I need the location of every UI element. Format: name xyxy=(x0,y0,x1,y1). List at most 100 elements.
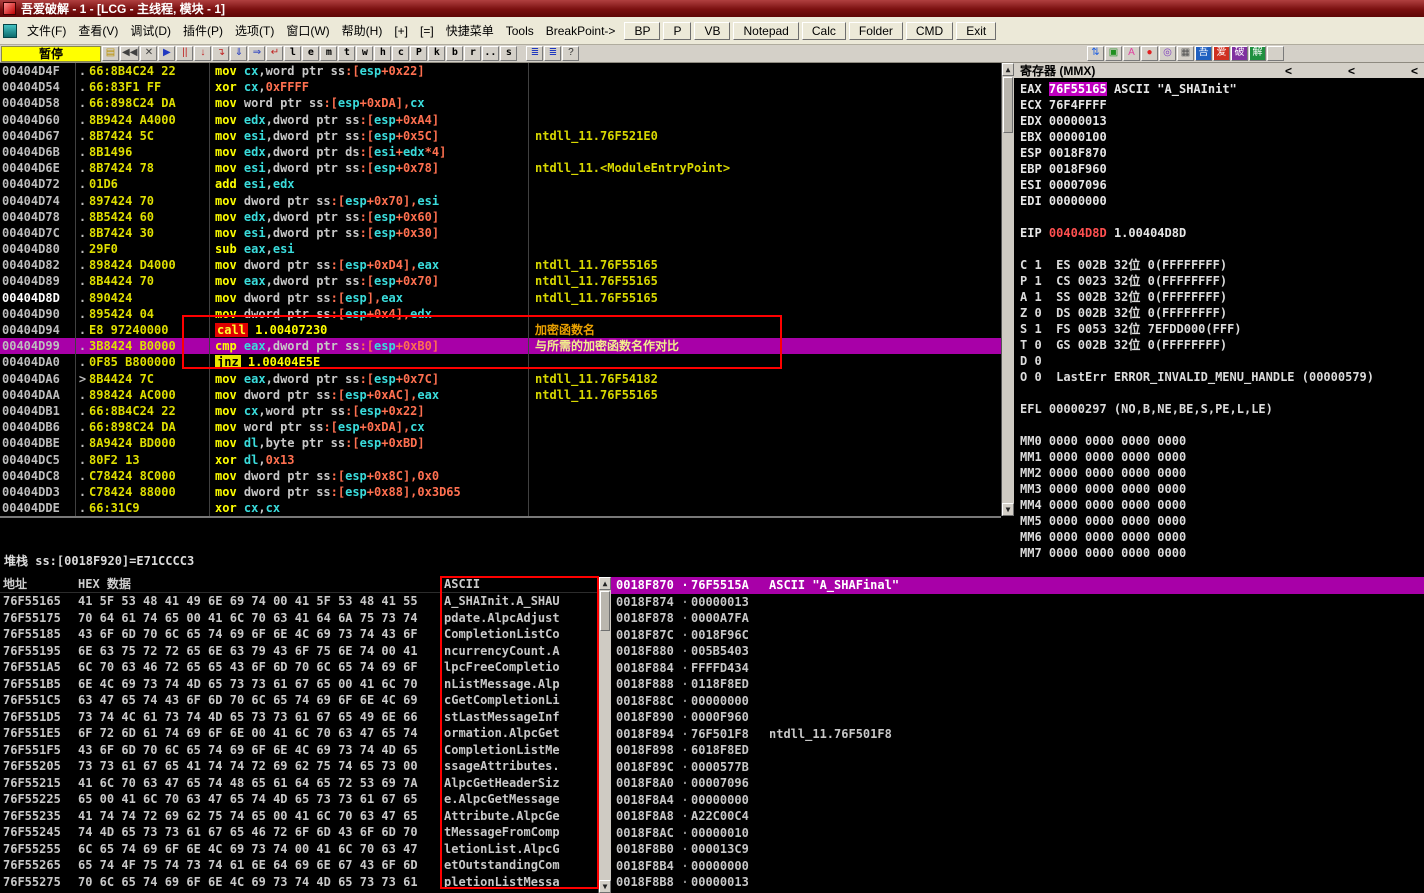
mm3-register-row[interactable]: MM3 0000 0000 0000 0000 xyxy=(1020,481,1424,497)
menu-button-bp[interactable]: BP xyxy=(624,21,661,40)
stack-row[interactable]: 0018F884 · FFFFD434 xyxy=(611,660,1424,677)
pause-button[interactable]: 暂停 xyxy=(1,45,101,62)
handles-button[interactable]: h xyxy=(374,46,392,61)
mdi-child-icon[interactable] xyxy=(3,23,17,38)
esp-register-row[interactable]: ESP 0018F870 xyxy=(1020,145,1424,161)
swap-view-icon[interactable]: ⇅ xyxy=(1087,46,1104,61)
stack-row[interactable]: 0018F878 · 0000A7FA xyxy=(611,610,1424,627)
stack-row[interactable]: 0018F8AC · 00000010 xyxy=(611,825,1424,842)
disasm-row[interactable]: 00404D54. 66:83F1 FF xor cx,0xFFFF xyxy=(0,79,1001,96)
mm1-register-row[interactable]: MM1 0000 0000 0000 0000 xyxy=(1020,449,1424,465)
scroll-down-icon[interactable]: ▼ xyxy=(1002,503,1014,516)
disasm-row[interactable]: 00404DC8. C78424 8C000 mov dword ptr ss:[e… xyxy=(0,467,1001,484)
stack-row[interactable]: 0018F874 · 00000013 xyxy=(611,594,1424,611)
menu-item-10[interactable]: Tools xyxy=(500,22,540,40)
eax-register-row[interactable]: EAX 76F55165 ASCII "A_SHAInit" xyxy=(1020,81,1424,97)
stack-row[interactable]: 0018F8B4 · 00000000 xyxy=(611,858,1424,875)
scroll-thumb[interactable] xyxy=(1003,77,1013,133)
menu-item-8[interactable]: [=] xyxy=(414,22,440,40)
menu-button-p[interactable]: P xyxy=(663,21,692,40)
esi-register-row[interactable]: ESI 00007096 xyxy=(1020,177,1424,193)
registers-content[interactable]: EAX 76F55165 ASCII "A_SHAInit" ECX 76F4FF… xyxy=(1014,78,1424,561)
pause-icon[interactable]: || xyxy=(176,46,194,61)
menu-item-0[interactable]: 文件(F) xyxy=(21,20,72,41)
menu-item-6[interactable]: 帮助(H) xyxy=(336,20,389,41)
threads-button[interactable]: t xyxy=(338,46,356,61)
hex-dump-pane[interactable]: 地址 HEX 数据 ASCII 76F55165 41 5F 53 48 41 4… xyxy=(0,577,598,893)
scroll-thumb[interactable] xyxy=(600,591,610,631)
mm7-register-row[interactable]: MM7 0000 0000 0000 0000 xyxy=(1020,545,1424,561)
mm2-register-row[interactable]: MM2 0000 0000 0000 0000 xyxy=(1020,465,1424,481)
grid-icon[interactable]: ▦ xyxy=(1177,46,1194,61)
break-purple-icon[interactable]: ◎ xyxy=(1159,46,1176,61)
disasm-row[interactable]: 00404DA0. 0F85 B800000 jnz 1.00404E5E xyxy=(0,354,1001,371)
flag-line[interactable]: S 1 FS 0053 32位 7EFDD000(FFF) xyxy=(1020,321,1424,337)
help-icon[interactable]: ? xyxy=(562,46,580,61)
dump-row[interactable]: 76F551E5 6F 72 6D 61 74 69 6F 6E 00 41 6C… xyxy=(0,725,598,742)
menu-item-11[interactable]: BreakPoint-> xyxy=(540,22,622,40)
edx-register-row[interactable]: EDX 00000013 xyxy=(1020,113,1424,129)
stack-row[interactable]: 0018F88C · 00000000 xyxy=(611,693,1424,710)
app-icon[interactable] xyxy=(3,2,16,15)
dump-row[interactable]: 76F551F5 43 6F 6D 70 6C 65 74 69 6F 6E 4C… xyxy=(0,742,598,759)
disasm-row[interactable]: 00404D74. 897424 70 mov dword ptr ss:[esp+… xyxy=(0,192,1001,209)
appearance-icon[interactable]: ≣ xyxy=(544,46,562,61)
flag-line[interactable]: C 1 ES 002B 32位 0(FFFFFFFF) xyxy=(1020,257,1424,273)
edi-register-row[interactable]: EDI 00000000 xyxy=(1020,193,1424,209)
disasm-row[interactable]: 00404D72. 01D6 add esi,edx xyxy=(0,176,1001,193)
log-window-button[interactable]: l xyxy=(284,46,302,61)
disasm-row[interactable]: 00404DDE. 66:31C9 xor cx,cx xyxy=(0,500,1001,516)
menu-button-vb[interactable]: VB xyxy=(694,21,731,40)
stack-row[interactable]: 0018F888 · 0118F8ED xyxy=(611,676,1424,693)
restart-icon[interactable]: ◀◀ xyxy=(120,46,140,61)
menu-button-cmd[interactable]: CMD xyxy=(905,21,954,40)
stack-pane[interactable]: 0018F870 · 76F5515A ASCII "A_SHAFinal" 0018F… xyxy=(611,577,1424,893)
menu-item-7[interactable]: [+] xyxy=(388,22,414,40)
scroll-up-icon[interactable]: ▲ xyxy=(1002,63,1014,76)
disasm-row[interactable]: 00404DB6. 66:898C24 DA mov word ptr ss:[es… xyxy=(0,419,1001,436)
dump-row[interactable]: 76F55195 6E 63 75 72 72 65 6E 63 79 43 6F… xyxy=(0,643,598,660)
disasm-scrollbar[interactable]: ▲ ▼ xyxy=(1001,63,1014,516)
disasm-row[interactable]: 00404D58. 66:898C24 DA mov word ptr ss:[es… xyxy=(0,95,1001,112)
stack-row[interactable]: 0018F8A8 · A22C00C4 xyxy=(611,808,1424,825)
call-stack-button[interactable]: k xyxy=(428,46,446,61)
po-plugin-button[interactable]: 破 xyxy=(1231,46,1248,61)
step-over-icon[interactable]: ↴ xyxy=(212,46,230,61)
break-red-icon[interactable]: ● xyxy=(1141,46,1158,61)
disasm-row[interactable]: 00404D94. E8 97240000 call 1.00407230 加密函数名 xyxy=(0,322,1001,339)
disasm-row[interactable]: 00404DAA. 898424 AC000 mov dword ptr ss:[e… xyxy=(0,386,1001,403)
flag-line[interactable]: O 0 LastErr ERROR_INVALID_MENU_HANDLE (0… xyxy=(1020,369,1424,385)
disasm-row[interactable]: 00404D89. 8B4424 70 mov eax,dword ptr ss:[… xyxy=(0,273,1001,290)
disasm-row[interactable]: 00404D90. 895424 04 mov dword ptr ss:[esp+… xyxy=(0,305,1001,322)
source-button[interactable]: s xyxy=(500,46,518,61)
ai-plugin-button[interactable]: 爱 xyxy=(1213,46,1230,61)
stack-row[interactable]: 0018F87C · 0018F96C xyxy=(611,627,1424,644)
dump-row[interactable]: 76F551D5 73 74 4C 61 73 74 4D 65 73 73 61… xyxy=(0,709,598,726)
disasm-row[interactable]: 00404DD3. C78424 88000 mov dword ptr ss:[e… xyxy=(0,483,1001,501)
disasm-row[interactable]: 00404D6B. 8B1496 mov edx,dword ptr ds:[esi… xyxy=(0,143,1001,161)
flag-line[interactable]: A 1 SS 002B 32位 0(FFFFFFFF) xyxy=(1020,289,1424,305)
stack-row[interactable]: 0018F894 · 76F501F8 ntdll_11.76F501F8 xyxy=(611,726,1424,743)
open-file-icon[interactable]: ▤ xyxy=(102,46,119,61)
stack-row[interactable]: 0018F8A0 · 00007096 xyxy=(611,775,1424,792)
disasm-row[interactable]: 00404DC5. 80F2 13 xor dl,0x13 xyxy=(0,451,1001,468)
disasm-row[interactable]: 00404D67. 8B7424 5C mov esi,dword ptr ss:[… xyxy=(0,127,1001,144)
ebx-register-row[interactable]: EBX 00000100 xyxy=(1020,129,1424,145)
stack-row[interactable]: 0018F880 · 005B5403 xyxy=(611,643,1424,660)
disasm-row[interactable]: 00404D6E. 8B7424 78 mov esi,dword ptr ss:[… xyxy=(0,160,1001,177)
mm4-register-row[interactable]: MM4 0000 0000 0000 0000 xyxy=(1020,497,1424,513)
jie-plugin-button[interactable]: 解 xyxy=(1249,46,1266,61)
disasm-row[interactable]: 00404DBE. 8A9424 BD000 mov dl,byte ptr ss:… xyxy=(0,435,1001,452)
disasm-row[interactable]: 00404DA6 >8B4424 7C mov eax,dword ptr ss:[… xyxy=(0,370,1001,387)
mm5-register-row[interactable]: MM5 0000 0000 0000 0000 xyxy=(1020,513,1424,529)
dump-row[interactable]: 76F55255 6C 65 74 69 6F 6E 4C 69 73 74 00… xyxy=(0,841,598,858)
disassembly-pane[interactable]: 00404D4F. 66:8B4C24 22 mov cx,word ptr ss:… xyxy=(0,63,1001,516)
blank-plugin-button[interactable] xyxy=(1267,46,1284,61)
mm6-register-row[interactable]: MM6 0000 0000 0000 0000 xyxy=(1020,529,1424,545)
flag-line[interactable]: T 0 GS 002B 32位 0(FFFFFFFF) xyxy=(1020,337,1424,353)
scroll-down-icon[interactable]: ▼ xyxy=(599,880,611,893)
panel-collapse-button-2[interactable]: < xyxy=(1411,64,1418,78)
wu-plugin-button[interactable]: 吾 xyxy=(1195,46,1212,61)
menu-item-5[interactable]: 窗口(W) xyxy=(280,20,335,41)
dump-row[interactable]: 76F55225 65 00 41 6C 70 63 47 65 74 4D 65… xyxy=(0,791,598,808)
